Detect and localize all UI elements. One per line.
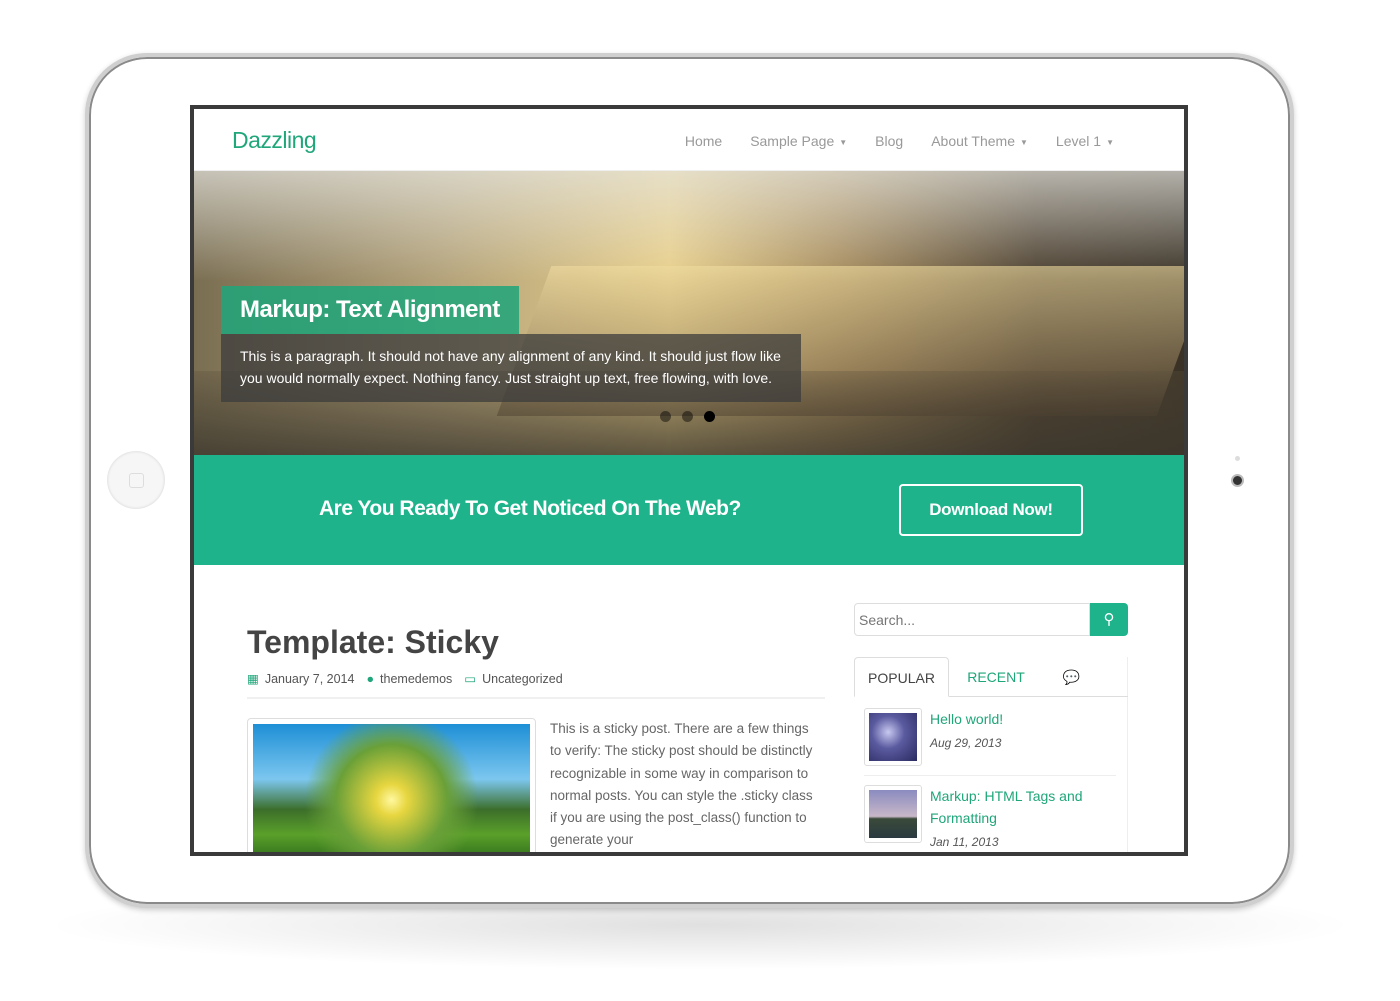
post-thumb[interactable]	[864, 785, 922, 843]
sensor	[1235, 456, 1240, 461]
post-meta: ▦ January 7, 2014 ● themedemos ▭ Uncategori…	[247, 671, 563, 687]
post-date[interactable]: ▦ January 7, 2014	[247, 671, 354, 686]
slider-indicators	[660, 411, 715, 422]
date-text: January 7, 2014	[264, 672, 355, 686]
slide-dot[interactable]	[682, 411, 693, 422]
search-button[interactable]: ⚲	[1090, 603, 1128, 636]
post-thumb[interactable]	[864, 708, 922, 766]
caret-down-icon: ▼	[1020, 137, 1028, 147]
comments-icon: 💬	[1062, 669, 1081, 685]
post-excerpt: This is a sticky post. There are a few t…	[550, 721, 813, 848]
search-input[interactable]	[854, 603, 1090, 636]
nav-label: About Theme	[931, 133, 1015, 149]
post-thumbnail[interactable]	[247, 718, 536, 852]
caret-down-icon: ▼	[839, 137, 848, 147]
divider	[247, 697, 825, 699]
calendar-icon: ▦	[247, 672, 259, 686]
hero-image-sky	[194, 171, 1184, 281]
tab-comments[interactable]: 💬	[1049, 657, 1094, 697]
site-header: Dazzling Home Sample Page ▼ Blog About Th…	[194, 109, 1184, 171]
site-logo[interactable]: Dazzling	[232, 127, 317, 154]
item-date: Jan 11, 2013	[930, 835, 999, 849]
screen: Dazzling Home Sample Page ▼ Blog About Th…	[190, 105, 1188, 856]
slide-caption: This is a paragraph. It should not have …	[221, 334, 801, 402]
download-button[interactable]: Download Now!	[899, 484, 1083, 536]
search-icon: ⚲	[1103, 611, 1115, 628]
post-title[interactable]: Template: Sticky	[247, 624, 499, 661]
folder-icon: ▭	[464, 672, 477, 686]
item-title[interactable]: Hello world!	[930, 708, 1110, 730]
slide-dot[interactable]	[660, 411, 671, 422]
hero-slider[interactable]: Markup: Text Alignment This is a paragra…	[194, 171, 1184, 455]
post-category[interactable]: ▭ Uncategorized	[464, 671, 562, 686]
nav-label: Level 1	[1055, 133, 1102, 149]
sidebar-tabs: POPULAR RECENT 💬 Hello world! Aug 29, 20…	[854, 657, 1128, 852]
nav-label: Sample Page	[750, 133, 835, 149]
cta-text: Are You Ready To Get Noticed On The Web?	[319, 497, 741, 520]
cta-band: Are You Ready To Get Noticed On The Web?…	[194, 455, 1184, 565]
author-text: themedemos	[380, 671, 453, 686]
nav-label: Home	[684, 133, 723, 149]
nav-home[interactable]: Home	[685, 133, 722, 149]
nav-sample-page[interactable]: Sample Page ▼	[750, 133, 847, 149]
slide-title[interactable]: Markup: Text Alignment	[221, 286, 519, 334]
home-button	[107, 451, 165, 509]
post-author[interactable]: ● themedemos	[366, 672, 452, 686]
camera	[1231, 474, 1244, 487]
nav-about-theme[interactable]: About Theme ▼	[931, 133, 1028, 149]
nav-label: Blog	[875, 133, 904, 149]
main-nav: Home Sample Page ▼ Blog About Theme ▼ Leve…	[685, 133, 1114, 149]
tab-recent[interactable]: RECENT	[951, 657, 1041, 697]
slide-dot-active[interactable]	[704, 411, 715, 422]
category-text: Uncategorized	[482, 672, 563, 686]
nav-blog[interactable]: Blog	[875, 133, 903, 149]
caret-down-icon: ▼	[1106, 137, 1114, 147]
nav-level-1[interactable]: Level 1 ▼	[1056, 133, 1114, 149]
tab-popular[interactable]: POPULAR	[854, 657, 949, 697]
item-title[interactable]: Markup: HTML Tags and Formatting	[930, 785, 1110, 829]
user-icon: ●	[366, 671, 375, 686]
item-date: Aug 29, 2013	[930, 736, 1002, 750]
